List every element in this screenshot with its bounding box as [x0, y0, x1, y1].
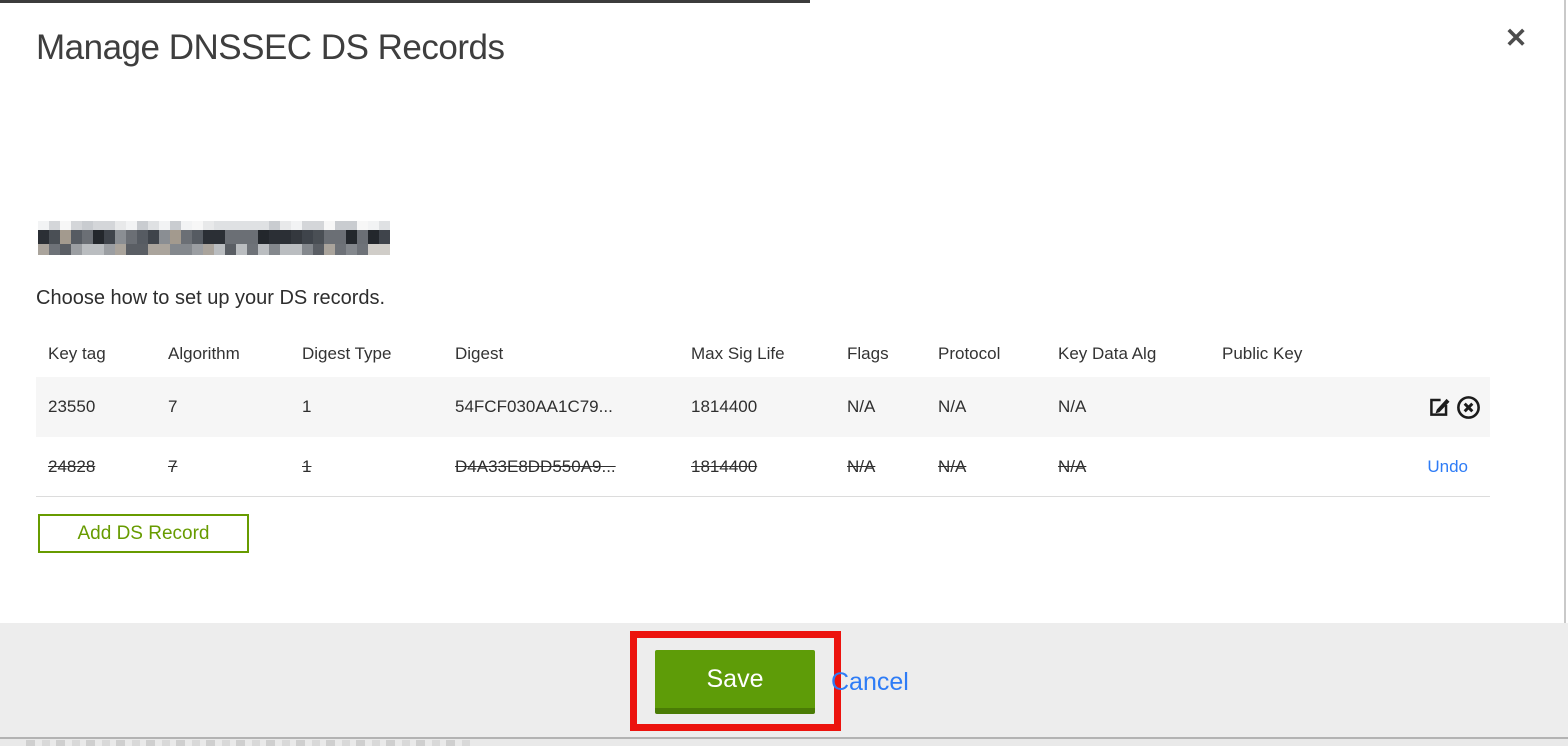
ds-records-table: Key tag Algorithm Digest Type Digest Max…: [36, 331, 1490, 497]
cell-key-data-alg: N/A: [1058, 456, 1087, 476]
cell-key-data-alg: N/A: [1058, 397, 1087, 416]
cell-algorithm: 7: [168, 456, 178, 476]
table-header-row: Key tag Algorithm Digest Type Digest Max…: [36, 331, 1490, 377]
undo-link[interactable]: Undo: [1427, 457, 1482, 477]
add-ds-record-button[interactable]: Add DS Record: [38, 514, 249, 553]
cell-key-tag: 24828: [48, 456, 96, 476]
cell-digest: D4A33E8DD550A9...: [455, 456, 616, 476]
cancel-link[interactable]: Cancel: [831, 668, 909, 697]
column-header-protocol: Protocol: [938, 344, 1001, 363]
save-button[interactable]: Save: [655, 650, 815, 714]
cell-digest-type: 1: [302, 397, 312, 416]
mosaic-row: [38, 244, 390, 255]
cell-digest: 54FCF030AA1C79...: [455, 397, 613, 416]
table-row-deleted: 24828 7 1 D4A33E8DD550A9... 1814400 N/A …: [36, 437, 1490, 497]
cell-flags: N/A: [847, 456, 876, 476]
column-header-flags: Flags: [847, 344, 889, 363]
page-title: Manage DNSSEC DS Records: [36, 28, 505, 67]
edit-record-icon[interactable]: [1425, 394, 1452, 421]
intro-text: Choose how to set up your DS records.: [36, 287, 386, 309]
redacted-domain-name: [38, 221, 390, 255]
cell-key-tag: 23550: [48, 397, 96, 416]
dnssec-dialog: Manage DNSSEC DS Records ✕ Choose how to…: [0, 0, 1568, 746]
column-header-algorithm: Algorithm: [168, 344, 240, 363]
mosaic-row: [38, 221, 390, 230]
row-actions: [1372, 394, 1490, 421]
column-header-digest-type: Digest Type: [302, 344, 392, 363]
table-row-active: 23550 7 1 54FCF030AA1C79... 1814400 N/A …: [36, 377, 1490, 437]
cell-max-sig-life: 1814400: [691, 397, 758, 416]
cell-protocol: N/A: [938, 456, 967, 476]
cell-flags: N/A: [847, 397, 876, 416]
column-header-max-sig-life: Max Sig Life: [691, 344, 785, 363]
mosaic-row: [38, 230, 390, 244]
row-actions: Undo: [1372, 457, 1490, 477]
delete-record-icon[interactable]: [1455, 394, 1482, 421]
cell-algorithm: 7: [168, 397, 178, 416]
column-header-public-key: Public Key: [1222, 344, 1303, 363]
screenshot-top-edge: [0, 0, 810, 3]
cell-max-sig-life: 1814400: [691, 456, 758, 476]
column-header-key-data-alg: Key Data Alg: [1058, 344, 1157, 363]
column-header-digest: Digest: [455, 344, 504, 363]
cell-digest-type: 1: [302, 456, 312, 476]
close-icon[interactable]: ✕: [1498, 20, 1534, 56]
cell-protocol: N/A: [938, 397, 967, 416]
column-header-key-tag: Key tag: [48, 344, 106, 363]
cut-off-content-artifact: [26, 740, 471, 746]
